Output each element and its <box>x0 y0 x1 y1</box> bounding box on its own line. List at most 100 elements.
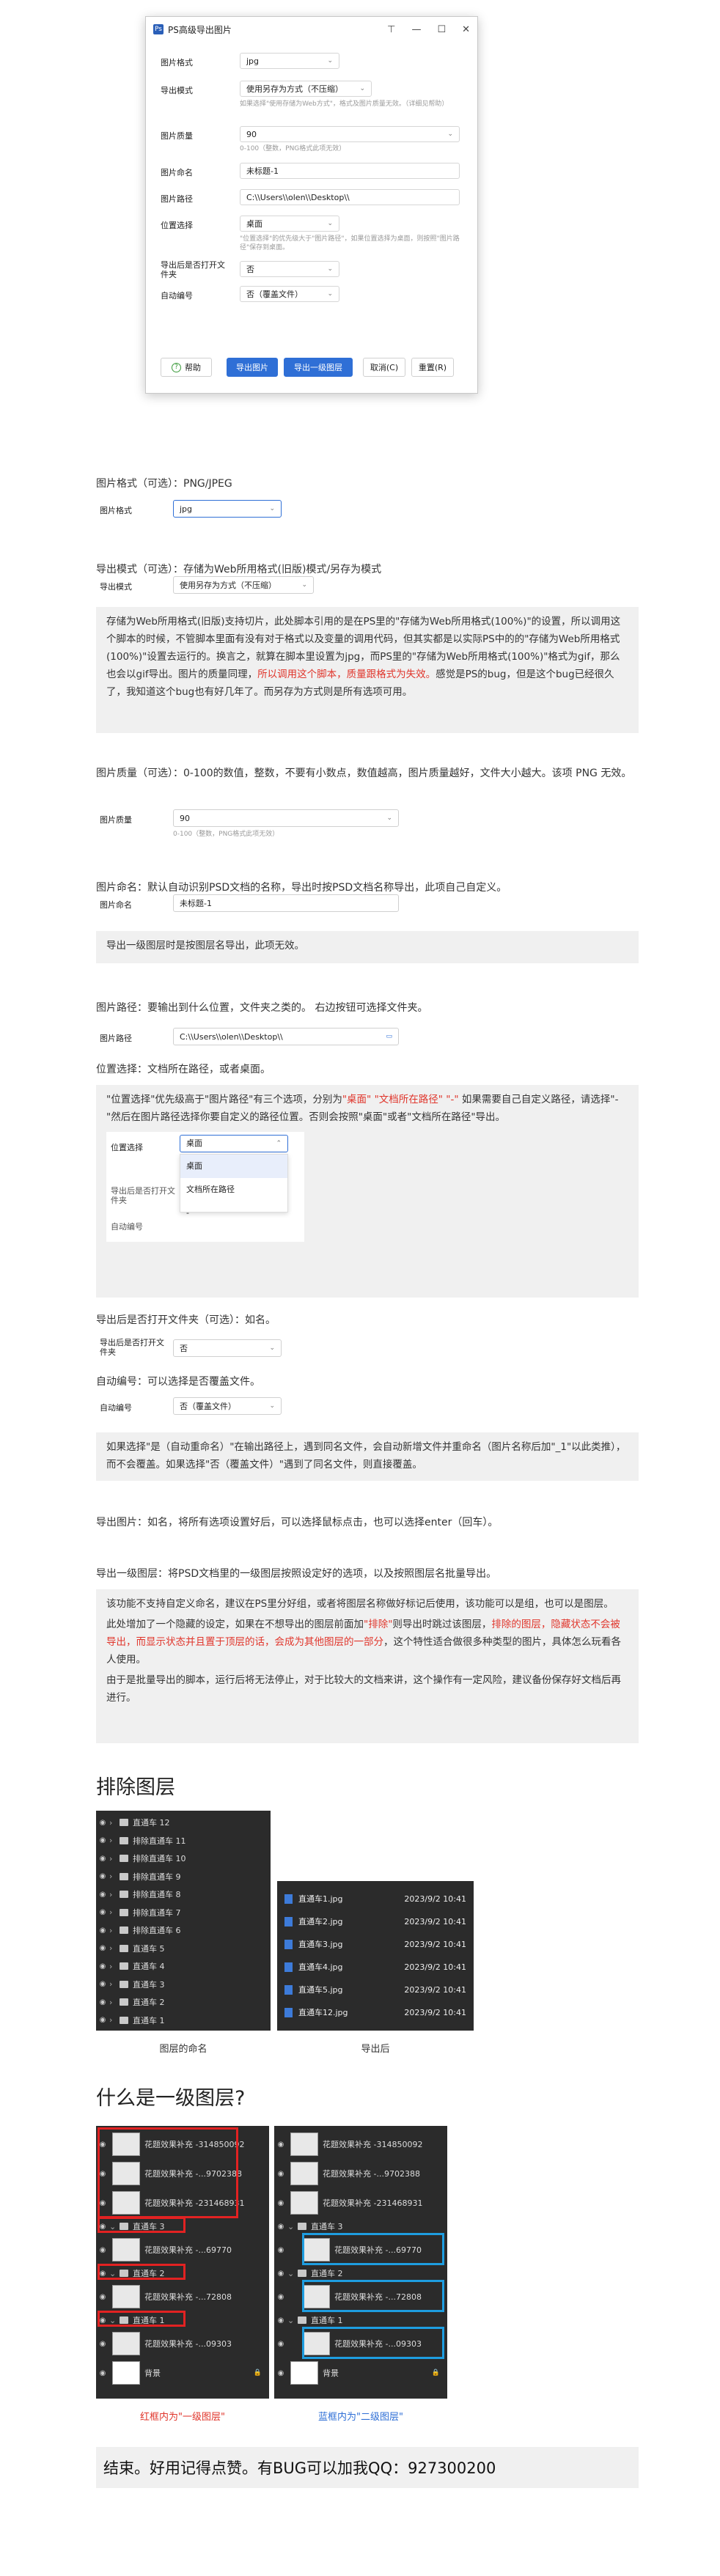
chevron-right-icon[interactable]: › <box>109 1872 117 1881</box>
layer-row[interactable]: ◉ › 排除直通车 8 <box>96 1885 271 1903</box>
layer-row[interactable]: ◉ › 排除直通车 9 <box>96 1868 271 1885</box>
layer-row[interactable]: ◉ › 直通车 1 <box>96 2012 271 2029</box>
folder-icon[interactable]: ▭ <box>386 1033 392 1040</box>
path-input[interactable]: C:\\Users\\olen\\Desktop\\ ▭ <box>173 1028 399 1045</box>
quality-select[interactable]: 90 ⌄ <box>173 809 399 827</box>
reset-button[interactable]: 重置(R) <box>411 358 454 377</box>
chevron-right-icon[interactable]: › <box>109 1818 117 1828</box>
location-select[interactable]: 桌面 ⌃ <box>180 1135 288 1152</box>
path-input[interactable]: C:\\Users\\olen\\Desktop\\ <box>240 189 460 205</box>
file-row[interactable]: 直通车4.jpg 2023/9/2 10:41 <box>284 1958 466 1976</box>
group-row[interactable]: ◉ ⌄ 直通车 3 <box>274 2218 447 2234</box>
mode-select[interactable]: 使用另存为方式（不压缩） ⌄ <box>240 81 372 97</box>
chevron-right-icon[interactable]: › <box>109 1890 117 1899</box>
layer-row[interactable]: ◉ 花题效果补充 -...9702388 <box>274 2160 447 2187</box>
name-input[interactable]: 未标题-1 <box>240 163 460 179</box>
eye-icon[interactable]: ◉ <box>96 1891 109 1899</box>
option-desktop[interactable]: 桌面 <box>180 1155 287 1178</box>
name-input[interactable]: 未标题-1 <box>173 894 399 912</box>
file-row[interactable]: 直通车3.jpg 2023/9/2 10:41 <box>284 1935 466 1953</box>
eye-icon[interactable]: ◉ <box>96 1980 109 1988</box>
chevron-right-icon[interactable]: › <box>109 1907 117 1917</box>
maximize-icon[interactable]: ☐ <box>437 24 446 35</box>
open-after-select[interactable]: 否 ⌄ <box>173 1339 282 1357</box>
eye-icon[interactable]: ◉ <box>96 1944 109 1952</box>
layer-row[interactable]: ◉ › 排除直通车 11 <box>96 1832 271 1850</box>
open-after-select[interactable]: 否 ⌄ <box>240 261 339 277</box>
minimize-icon[interactable]: — <box>411 24 421 35</box>
close-icon[interactable]: ✕ <box>462 24 470 35</box>
file-row[interactable]: 直通车12.jpg 2023/9/2 10:41 <box>284 2003 466 2021</box>
layer-row[interactable]: ◉ › 直通车 2 <box>96 1993 271 2011</box>
chevron-right-icon[interactable]: › <box>109 2015 117 2025</box>
format-select[interactable]: jpg ⌄ <box>173 500 282 518</box>
chevron-right-icon[interactable]: › <box>109 1979 117 1989</box>
option-doc-path[interactable]: 文档所在路径 <box>180 1178 287 1201</box>
auto-number-select[interactable]: 否（覆盖文件） ⌄ <box>173 1397 282 1415</box>
layer-row[interactable]: ◉ › 排除直通车 6 <box>96 1921 271 1939</box>
eye-icon[interactable]: ◉ <box>96 1962 109 1970</box>
eye-icon[interactable]: ◉ <box>274 2369 287 2377</box>
chevron-right-icon[interactable]: › <box>109 1854 117 1863</box>
layer-row[interactable]: ◉ › 排除直通车 7 <box>96 1904 271 1921</box>
layer-row[interactable]: ◉ 花题效果补充 -...72808 <box>96 2283 269 2311</box>
eye-icon[interactable]: ◉ <box>274 2270 287 2278</box>
quality-select[interactable]: 90 ⌄ <box>240 126 460 142</box>
eye-icon[interactable]: ◉ <box>96 2369 109 2377</box>
layer-row[interactable]: ◉ › 直通车 3 <box>96 1976 271 1993</box>
eye-icon[interactable]: ◉ <box>274 2316 287 2325</box>
eye-icon[interactable]: ◉ <box>96 1836 109 1844</box>
eye-icon[interactable]: ◉ <box>274 2246 287 2254</box>
chevron-down-icon[interactable]: ⌄ <box>287 2269 295 2278</box>
group-row[interactable]: ◉ ⌄ 直通车 1 <box>274 2312 447 2328</box>
eye-icon[interactable]: ◉ <box>274 2223 287 2231</box>
layer-row[interactable]: ◉ 背景 🔒 <box>274 2359 447 2387</box>
chevron-right-icon[interactable]: › <box>109 1836 117 1845</box>
auto-note: 如果选择"是（自动重命名）"在输出路径上，遇到同名文件，会自动新增文件并重命名（… <box>96 1432 639 1481</box>
eye-icon[interactable]: ◉ <box>96 2016 109 2024</box>
pin-icon[interactable]: ⊤ <box>387 24 395 35</box>
chevron-right-icon[interactable]: › <box>109 1962 117 1971</box>
help-button[interactable]: ? 帮助 <box>161 358 212 377</box>
eye-icon[interactable]: ◉ <box>96 1819 109 1827</box>
layer-row[interactable]: ◉ › 直通车 12 <box>96 1814 271 1831</box>
eye-icon[interactable]: ◉ <box>96 2246 109 2254</box>
chevron-right-icon[interactable]: › <box>109 1926 117 1935</box>
eye-icon[interactable]: ◉ <box>274 2141 287 2149</box>
cancel-button[interactable]: 取消(C) <box>363 358 405 377</box>
layer-row[interactable]: ◉ 花题效果补充 -...09303 <box>96 2330 269 2358</box>
chevron-down-icon[interactable]: ⌄ <box>287 2222 295 2231</box>
layer-row[interactable]: ◉ 花题效果补充 -...69770 <box>96 2236 269 2264</box>
eye-icon[interactable]: ◉ <box>96 1872 109 1880</box>
group-row[interactable]: ◉ ⌄ 直通车 2 <box>274 2265 447 2281</box>
option-custom[interactable]: - <box>180 1201 287 1225</box>
layer-row[interactable]: ◉ 花题效果补充 -314850092 <box>274 2130 447 2158</box>
layer-row[interactable]: ◉ 背景 🔒 <box>96 2359 269 2387</box>
eye-icon[interactable]: ◉ <box>96 1908 109 1916</box>
eye-icon[interactable]: ◉ <box>96 2293 109 2301</box>
layer-row[interactable]: ◉ 花题效果补充 -231468931 <box>274 2189 447 2217</box>
mode-select[interactable]: 使用另存为方式（不压缩） ⌄ <box>173 576 314 594</box>
file-row[interactable]: 直通车2.jpg 2023/9/2 10:41 <box>284 1913 466 1930</box>
layer-row[interactable]: ◉ › 直通车 4 <box>96 1957 271 1975</box>
layer-row[interactable]: ◉ › 直通车 5 <box>96 1940 271 1957</box>
format-select[interactable]: jpg ⌄ <box>240 53 339 69</box>
export-button[interactable]: 导出图片 <box>227 358 278 377</box>
layer-row[interactable]: ◉ › 排除直通车 10 <box>96 1850 271 1867</box>
chevron-down-icon[interactable]: ⌄ <box>287 2316 295 2325</box>
eye-icon[interactable]: ◉ <box>274 2340 287 2348</box>
chevron-right-icon[interactable]: › <box>109 1943 117 1953</box>
file-row[interactable]: 直通车1.jpg 2023/9/2 10:41 <box>284 1890 466 1907</box>
eye-icon[interactable]: ◉ <box>274 2170 287 2178</box>
auto-number-select[interactable]: 否（覆盖文件） ⌄ <box>240 286 339 302</box>
export-layer-button[interactable]: 导出一级图层 <box>284 358 353 377</box>
eye-icon[interactable]: ◉ <box>274 2199 287 2207</box>
eye-icon[interactable]: ◉ <box>96 2340 109 2348</box>
eye-icon[interactable]: ◉ <box>96 1927 109 1935</box>
file-row[interactable]: 直通车5.jpg 2023/9/2 10:41 <box>284 1981 466 1998</box>
eye-icon[interactable]: ◉ <box>274 2293 287 2301</box>
eye-icon[interactable]: ◉ <box>96 1998 109 2006</box>
chevron-right-icon[interactable]: › <box>109 1998 117 2007</box>
location-select[interactable]: 桌面 ⌄ <box>240 216 339 232</box>
eye-icon[interactable]: ◉ <box>96 1855 109 1863</box>
